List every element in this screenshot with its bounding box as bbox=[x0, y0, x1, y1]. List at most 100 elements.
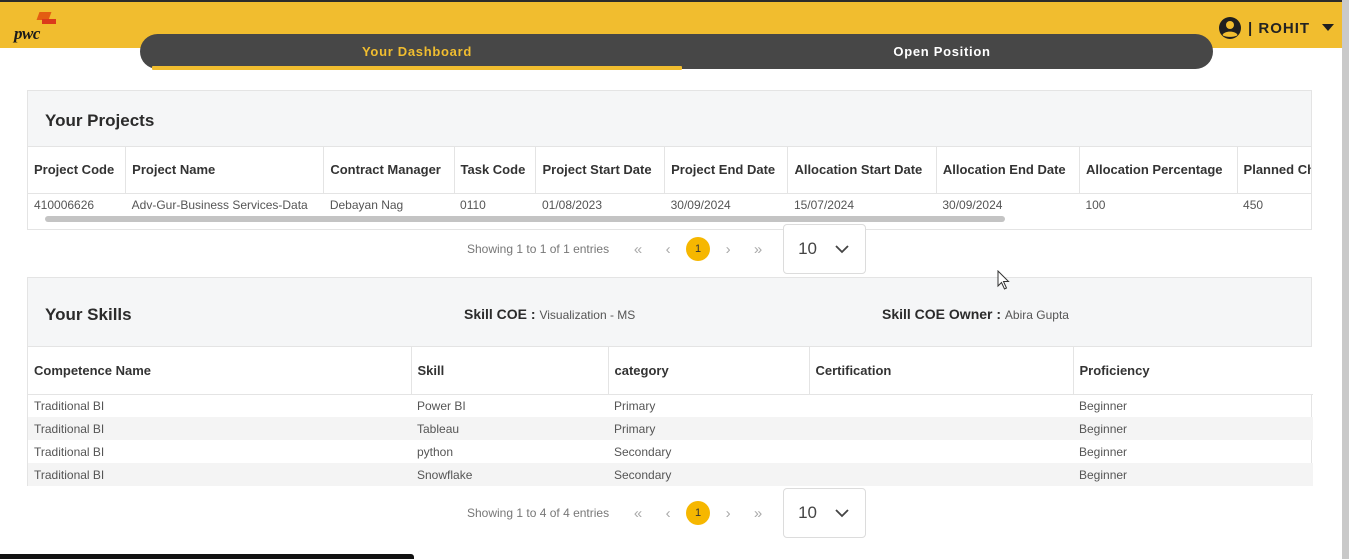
skill-coe-owner-label: Skill COE Owner : bbox=[882, 306, 1002, 322]
first-page-icon[interactable]: « bbox=[623, 502, 653, 524]
account-circle-icon bbox=[1219, 17, 1241, 39]
column-header[interactable]: Skill bbox=[411, 347, 609, 395]
table-cell: Traditional BI bbox=[34, 398, 105, 413]
projects-title: Your Projects bbox=[45, 111, 155, 130]
table-cell bbox=[809, 417, 1073, 440]
skill-coe-value: Visualization - MS bbox=[539, 308, 636, 322]
table-cell: Debayan Nag bbox=[329, 198, 404, 213]
skills-table: Competence Name Skill category Certifica… bbox=[28, 347, 1313, 486]
page-number-button[interactable]: 1 bbox=[686, 501, 711, 525]
projects-pagination: Showing 1 to 1 of 1 entries « ‹ 1 › » 10 bbox=[467, 224, 867, 274]
column-header[interactable]: Allocation Percentage bbox=[1079, 147, 1238, 194]
table-row: 410006626 Adv-Gur-Business Services-Data… bbox=[28, 193, 1311, 217]
skills-header: Your Skills Skill COE : Visualization - … bbox=[28, 278, 1311, 347]
app-window: pwc | ROHIT Your Dashboard Open Position… bbox=[0, 0, 1349, 559]
next-page-icon[interactable]: › bbox=[713, 238, 743, 260]
first-page-icon[interactable]: « bbox=[623, 238, 653, 260]
skills-card: Your Skills Skill COE : Visualization - … bbox=[27, 277, 1313, 486]
table-cell: 30/09/2024 bbox=[670, 198, 731, 213]
last-page-icon[interactable]: » bbox=[743, 502, 773, 524]
table-cell: Adv-Gur-Business Services-Data bbox=[131, 198, 308, 213]
table-cell: Traditional BI bbox=[28, 417, 411, 440]
table-cell: Traditional BI bbox=[34, 444, 105, 459]
table-cell: Traditional BI bbox=[28, 463, 411, 486]
table-cell: python bbox=[417, 444, 454, 459]
column-header[interactable]: Task Code bbox=[454, 147, 537, 194]
last-page-icon[interactable]: » bbox=[743, 238, 773, 260]
pwc-logo[interactable]: pwc bbox=[12, 10, 60, 46]
main-tabs: Your Dashboard Open Position bbox=[140, 34, 1213, 69]
column-header[interactable]: Project End Date bbox=[664, 147, 789, 194]
table-cell: 410006626 bbox=[34, 198, 95, 213]
skills-title: Your Skills bbox=[45, 305, 132, 324]
user-menu[interactable]: | ROHIT bbox=[1218, 16, 1335, 40]
horizontal-scrollbar[interactable] bbox=[45, 216, 1005, 222]
skill-coe-owner: Skill COE Owner : Abira Gupta bbox=[882, 306, 1069, 322]
prev-page-icon[interactable]: ‹ bbox=[653, 502, 683, 524]
bottom-scroll-indicator bbox=[0, 554, 414, 559]
projects-header: Your Projects bbox=[28, 91, 1311, 147]
chevron-down-icon bbox=[835, 244, 849, 253]
table-row: Traditional BI python Secondary Beginner bbox=[28, 440, 1313, 463]
column-header[interactable]: Certification bbox=[809, 347, 1074, 395]
page-size-value: 10 bbox=[798, 503, 818, 522]
logo-text: pwc bbox=[14, 24, 40, 43]
user-name: | ROHIT bbox=[1248, 19, 1311, 37]
table-cell: Snowflake bbox=[411, 463, 608, 486]
skill-coe-label: Skill COE : bbox=[464, 306, 536, 322]
caret-down-icon bbox=[1322, 24, 1335, 31]
table-row: Traditional BI Tableau Primary Beginner bbox=[28, 417, 1313, 440]
column-header[interactable]: Allocation End Date bbox=[936, 147, 1080, 194]
table-cell: Secondary bbox=[614, 444, 672, 459]
pagination-summary: Showing 1 to 4 of 4 entries bbox=[467, 506, 610, 520]
column-header[interactable]: Contract Manager bbox=[323, 147, 455, 194]
next-page-icon[interactable]: › bbox=[713, 502, 743, 524]
window-right-edge bbox=[1342, 0, 1349, 559]
table-cell: Primary bbox=[608, 417, 809, 440]
column-header[interactable]: Project Start Date bbox=[535, 147, 666, 194]
table-cell: Beginner bbox=[1079, 444, 1128, 459]
table-cell bbox=[809, 463, 1073, 486]
page-size-select[interactable]: 10 bbox=[783, 224, 867, 274]
skill-coe: Skill COE : Visualization - MS bbox=[464, 306, 635, 322]
column-header[interactable]: Allocation Start Date bbox=[787, 147, 937, 194]
table-row: Traditional BI Snowflake Secondary Begin… bbox=[28, 463, 1313, 486]
table-row: Traditional BI Power BI Primary Beginner bbox=[28, 394, 1313, 417]
tab-your-dashboard[interactable]: Your Dashboard bbox=[152, 34, 682, 69]
column-header[interactable]: Project Code bbox=[28, 147, 127, 194]
table-cell: 30/09/2024 bbox=[942, 198, 1003, 213]
chevron-down-icon bbox=[835, 508, 849, 517]
page-number-button[interactable]: 1 bbox=[686, 237, 711, 261]
table-cell: Beginner bbox=[1073, 417, 1313, 440]
table-cell: 15/07/2024 bbox=[793, 198, 854, 213]
skill-coe-owner-value: Abira Gupta bbox=[1004, 308, 1069, 322]
table-cell: Secondary bbox=[608, 463, 809, 486]
table-cell bbox=[809, 394, 1073, 417]
page-size-select[interactable]: 10 bbox=[783, 488, 867, 538]
logo-mark bbox=[42, 19, 56, 24]
table-cell: 100 bbox=[1085, 198, 1106, 213]
table-cell: Tableau bbox=[411, 417, 608, 440]
table-header-row: Competence Name Skill category Certifica… bbox=[28, 347, 1313, 395]
pagination-summary: Showing 1 to 1 of 1 entries bbox=[467, 242, 610, 256]
table-cell: 0110 bbox=[460, 198, 486, 213]
tab-open-position[interactable]: Open Position bbox=[682, 34, 1202, 69]
column-header[interactable]: Planned Charg bbox=[1237, 147, 1311, 194]
table-cell: 01/08/2023 bbox=[541, 198, 603, 213]
prev-page-icon[interactable]: ‹ bbox=[653, 238, 683, 260]
table-cell: 450 bbox=[1243, 198, 1264, 213]
page-size-value: 10 bbox=[798, 239, 818, 258]
table-cell: Power BI bbox=[417, 398, 466, 413]
column-header[interactable]: Competence Name bbox=[28, 347, 412, 395]
table-cell: Beginner bbox=[1073, 463, 1313, 486]
column-header[interactable]: Project Name bbox=[125, 147, 325, 194]
mouse-cursor-icon bbox=[997, 270, 1010, 290]
table-cell: Beginner bbox=[1079, 398, 1128, 413]
column-header[interactable]: category bbox=[608, 347, 810, 395]
column-header[interactable]: Proficiency bbox=[1073, 347, 1313, 395]
projects-table: Project Code Project Name Contract Manag… bbox=[28, 147, 1311, 217]
table-cell bbox=[809, 440, 1073, 463]
skills-pagination: Showing 1 to 4 of 4 entries « ‹ 1 › » 10 bbox=[467, 488, 867, 538]
table-cell: Primary bbox=[614, 398, 656, 413]
projects-card: Your Projects Project Code Project Name … bbox=[27, 90, 1312, 230]
